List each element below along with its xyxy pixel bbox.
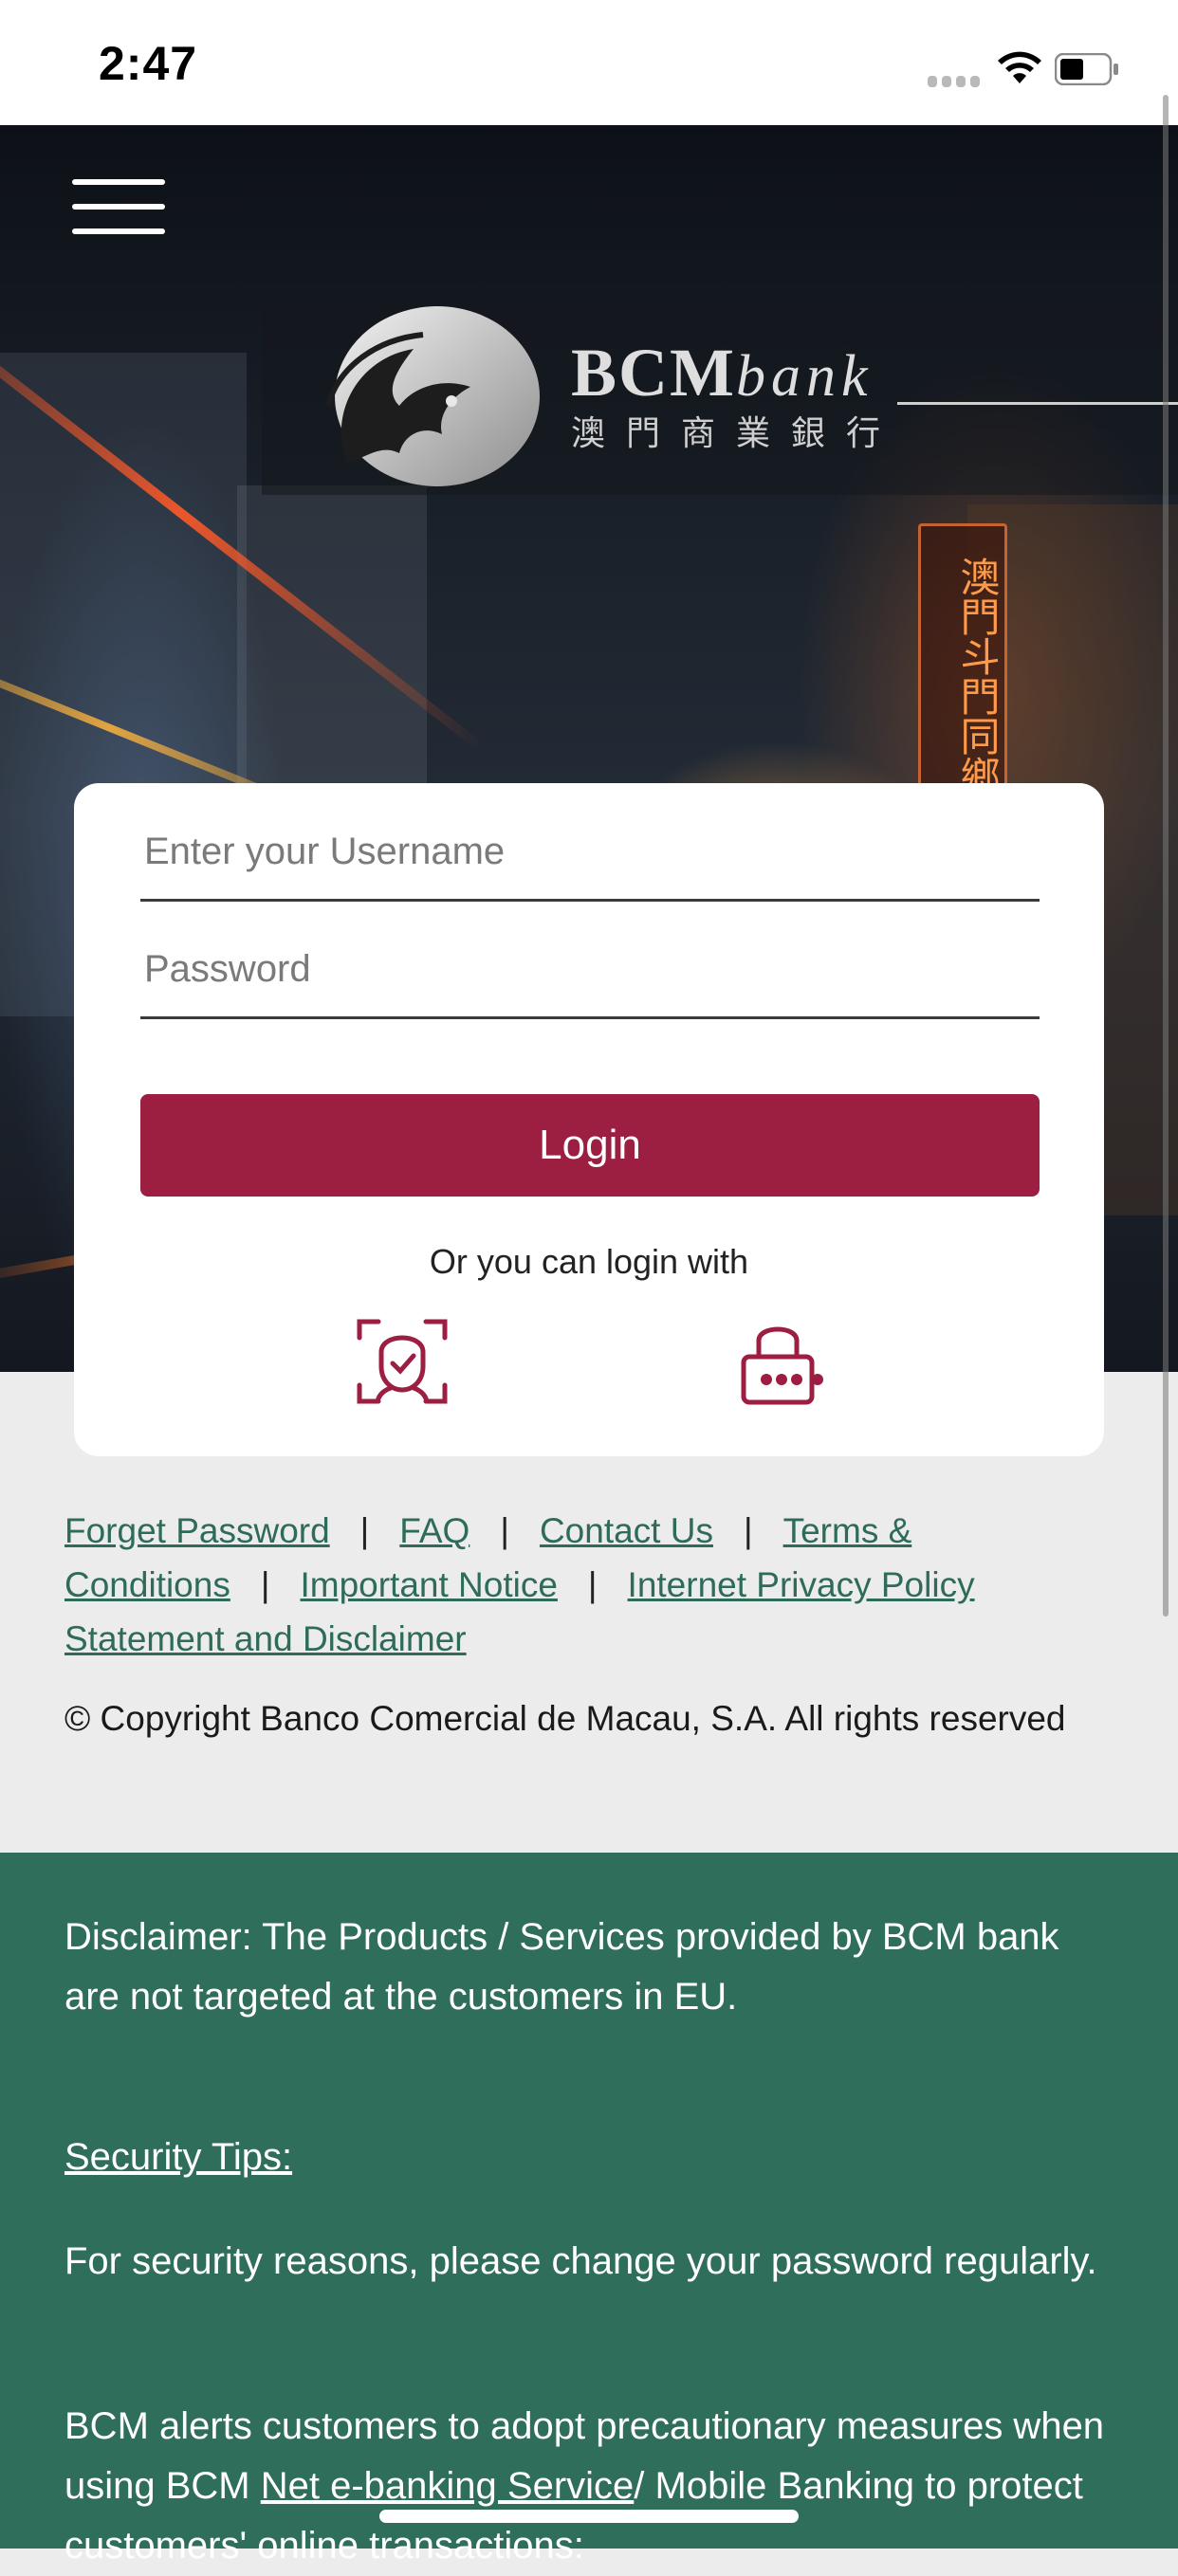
home-indicator[interactable] bbox=[379, 2510, 799, 2523]
menu-icon bbox=[72, 179, 165, 185]
copyright-text: © Copyright Banco Comercial de Macau, S.… bbox=[64, 1699, 1066, 1738]
status-bar: 2:47 bbox=[0, 0, 1178, 125]
link-separator: | bbox=[743, 1511, 753, 1550]
contact-us-link[interactable]: Contact Us bbox=[540, 1511, 713, 1550]
login-button[interactable]: Login bbox=[140, 1094, 1040, 1197]
security-tip-1: For security reasons, please change your… bbox=[64, 2240, 1097, 2282]
disclaimer-section: Disclaimer: The Products / Services prov… bbox=[0, 1853, 1178, 2567]
username-field bbox=[140, 783, 1047, 902]
face-id-icon[interactable] bbox=[355, 1314, 450, 1409]
brand-name-chinese: 澳門商業銀行 bbox=[571, 414, 902, 453]
brand-divider bbox=[897, 402, 1178, 405]
signal-icon bbox=[928, 76, 985, 89]
dragon-logo bbox=[325, 306, 540, 486]
link-separator: | bbox=[260, 1565, 270, 1604]
brand-name-main: BCM bbox=[571, 335, 736, 411]
link-separator: | bbox=[359, 1511, 370, 1550]
brand-name-italic: bank bbox=[735, 344, 874, 409]
link-separator: | bbox=[587, 1565, 598, 1604]
security-tip-2: BCM alerts customers to adopt precaution… bbox=[64, 2397, 1117, 2576]
username-input[interactable] bbox=[140, 804, 1047, 899]
security-tips-heading: Security Tips: bbox=[64, 2136, 293, 2178]
disclaimer-text: Disclaimer: The Products / Services prov… bbox=[64, 1916, 1059, 2018]
net-ebanking-link[interactable]: Net e-banking Service bbox=[261, 2465, 635, 2507]
forget-password-link[interactable]: Forget Password bbox=[64, 1511, 330, 1550]
password-input[interactable] bbox=[140, 922, 1047, 1016]
footer-links: Forget Password | FAQ | Contact Us | Terms & C… bbox=[64, 1504, 1117, 1666]
login-card: Login Or you can login with bbox=[74, 783, 1104, 1456]
battery-icon bbox=[1055, 53, 1118, 85]
wifi-icon bbox=[998, 51, 1041, 83]
menu-button[interactable] bbox=[72, 175, 167, 238]
pin-lock-icon[interactable] bbox=[730, 1314, 825, 1409]
important-notice-link[interactable]: Important Notice bbox=[300, 1565, 557, 1604]
password-field bbox=[140, 901, 1047, 1019]
brand-name: BCMbank bbox=[571, 334, 874, 412]
link-separator: | bbox=[500, 1511, 509, 1550]
faq-link[interactable]: FAQ bbox=[399, 1511, 469, 1550]
status-time: 2:47 bbox=[99, 37, 198, 90]
scrollbar[interactable] bbox=[1163, 95, 1169, 1617]
alt-login-text: Or you can login with bbox=[429, 1242, 749, 1281]
